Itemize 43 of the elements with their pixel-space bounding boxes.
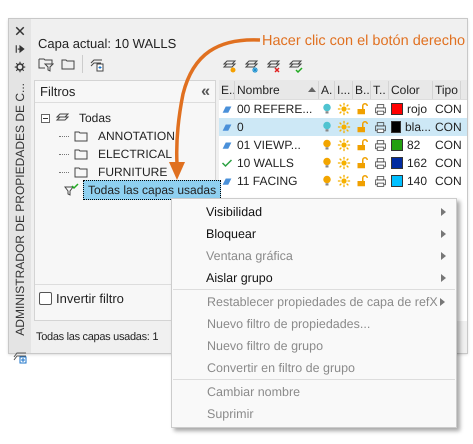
table-cell-text: CON — [434, 101, 461, 118]
table-cell-text: rojo — [407, 101, 428, 118]
tree-item[interactable]: ELECTRICAL — [93, 144, 178, 164]
column-header[interactable]: Nombre — [235, 80, 319, 98]
table-cell-text: 01 VIEWP... — [236, 137, 302, 154]
column-header[interactable]: T.. — [371, 80, 389, 98]
menu-item[interactable]: Aislar grupo — [172, 267, 456, 289]
filters-heading: Filtros — [40, 82, 76, 101]
status-text: Todas las capas usadas: 1 — [36, 330, 158, 345]
column-header[interactable]: Tipo — [433, 80, 461, 98]
table-row[interactable]: 0 bla... CON — [219, 118, 467, 136]
collapse-button[interactable]: « — [201, 84, 210, 100]
tree-item[interactable]: Todas — [74, 108, 116, 128]
menu-item[interactable]: Visibilidad — [172, 201, 456, 223]
table-cell-text: bla... — [404, 119, 431, 136]
table-cell-text: CON — [434, 173, 461, 190]
table-cell-text: 140 — [407, 173, 428, 190]
column-header[interactable]: A. — [319, 80, 335, 98]
table-cell-text: 162 — [407, 155, 428, 172]
column-header[interactable]: I... — [335, 80, 353, 98]
table-cell-text: 82 — [407, 137, 420, 154]
column-header[interactable]: B.. — [353, 80, 371, 98]
table-cell-text: 11 FACING — [236, 173, 298, 190]
table-row[interactable]: 10 WALLS 162 CON — [219, 154, 467, 172]
table-cell-text: 00 REFERE... — [236, 101, 314, 118]
table-cell-text: CON — [434, 137, 461, 154]
table-row[interactable]: 11 FACING 140 CON — [219, 172, 467, 190]
current-layer-label: Capa actual: 10 WALLS — [38, 35, 176, 52]
panel-title: ADMINISTRADOR DE PROPIEDADES DE C... — [12, 83, 28, 336]
table-cell-text: CON — [434, 155, 461, 172]
table-cell-text: 0 — [236, 119, 245, 136]
table-cell-text: 10 WALLS — [236, 155, 295, 172]
column-header[interactable]: Color — [389, 80, 433, 98]
checkbox-label: Invertir filtro — [56, 290, 124, 308]
callout-text: Hacer clic con el botón derecho — [262, 32, 466, 51]
tree-item[interactable]: ANNOTATION — [93, 126, 180, 146]
table-row[interactable]: 01 VIEWP... 82 CON — [219, 136, 467, 154]
menu-item[interactable]: Bloquear — [172, 223, 456, 245]
tree-item[interactable]: FURNITURE — [93, 162, 172, 182]
table-row[interactable]: 00 REFERE... rojo CON — [219, 100, 467, 118]
table-cell-text: CON — [434, 119, 461, 136]
tree-item[interactable]: Todas las capas usadas — [83, 180, 222, 200]
column-header-text: Nombre — [237, 82, 280, 98]
